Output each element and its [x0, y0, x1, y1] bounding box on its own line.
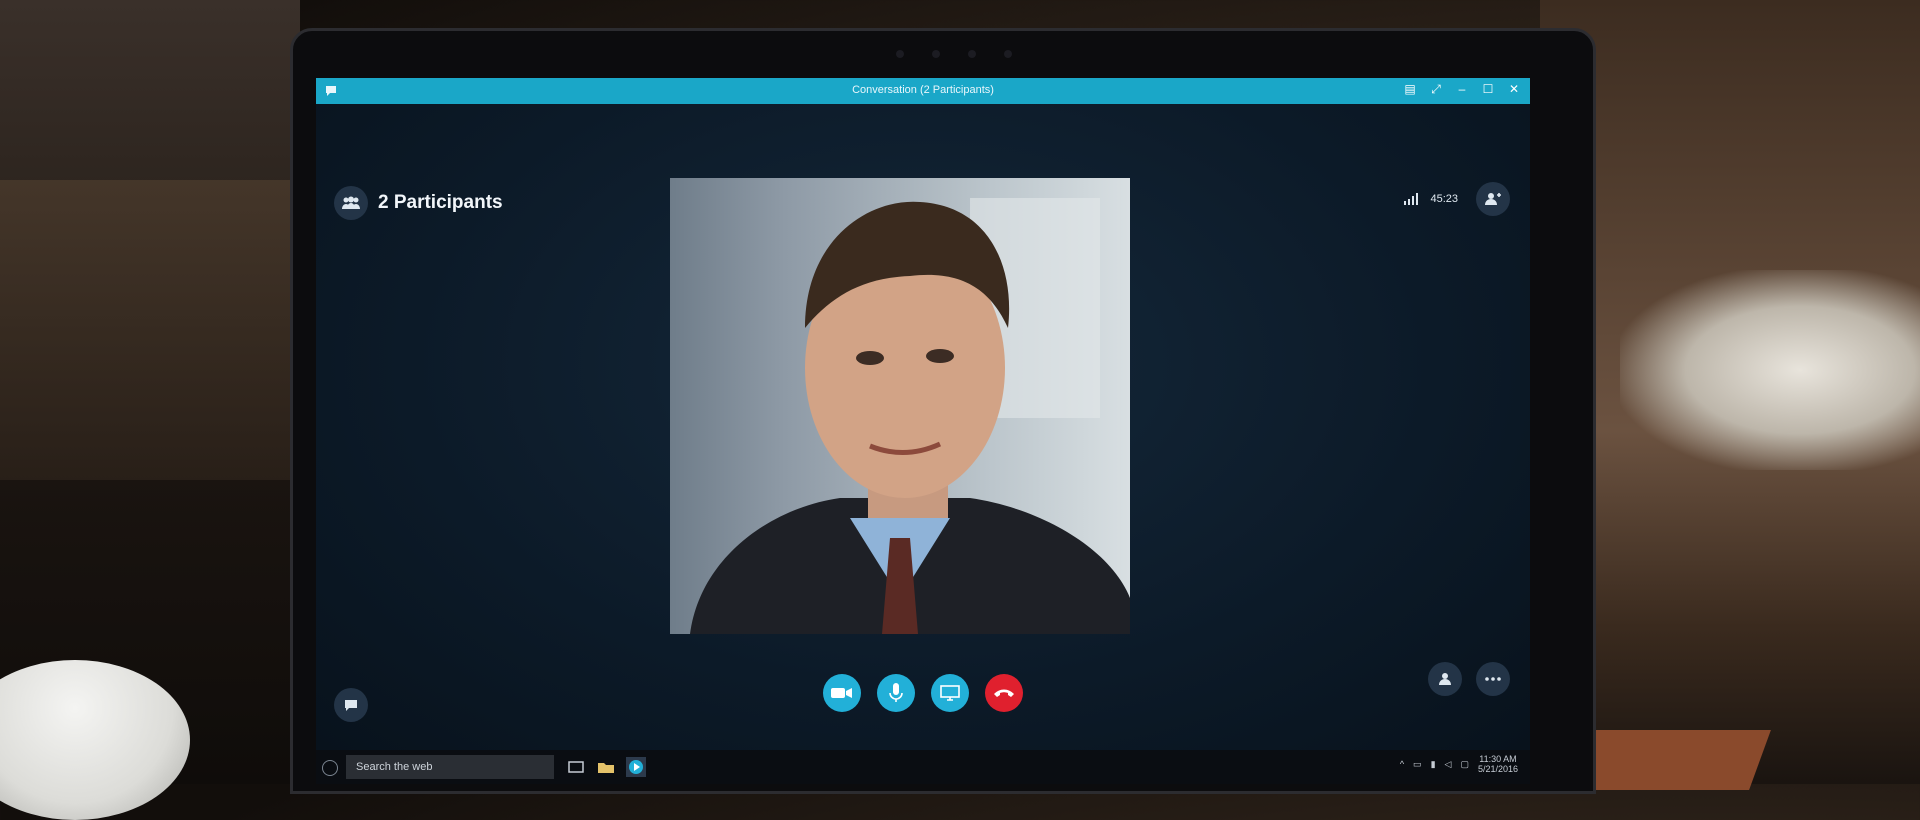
taskbar-search[interactable]: Search the web	[346, 755, 554, 779]
video-toggle-button[interactable]	[823, 674, 861, 712]
end-call-icon	[994, 689, 1014, 697]
volume-icon[interactable]: ◁	[1445, 759, 1452, 770]
microphone-icon	[889, 683, 903, 702]
screen-share-icon	[940, 685, 960, 701]
more-dots-icon	[1485, 677, 1501, 681]
more-options-button[interactable]	[1476, 662, 1510, 696]
video-camera-icon	[831, 688, 852, 698]
share-screen-button[interactable]	[931, 674, 969, 712]
task-view-icon[interactable]	[566, 757, 586, 777]
shelf	[0, 180, 300, 480]
add-participant-icon[interactable]	[1476, 182, 1510, 216]
title-bar: Conversation (2 Participants) ▤ ⤢ – ☐ ✕	[316, 78, 1530, 104]
minimize-icon[interactable]: –	[1454, 82, 1470, 97]
clock-date: 5/21/2016	[1477, 764, 1518, 774]
signal-strength-icon	[1404, 193, 1419, 205]
call-controls	[316, 674, 1530, 712]
notifications-icon[interactable]: ▢	[1460, 759, 1469, 770]
participants-icon[interactable]	[334, 186, 368, 220]
keyboard-icon[interactable]: ▭	[1413, 759, 1422, 770]
start-button[interactable]	[322, 760, 338, 776]
caller-video-frame	[690, 198, 1130, 634]
notebook	[1569, 730, 1771, 790]
chevron-up-icon[interactable]: ^	[1400, 759, 1404, 769]
window-title: Conversation (2 Participants)	[852, 84, 994, 96]
clock-time: 11:30 AM	[1479, 754, 1517, 764]
network-icon[interactable]: ▮	[1431, 759, 1436, 770]
remote-video-feed	[670, 178, 1130, 634]
close-icon[interactable]: ✕	[1506, 82, 1522, 97]
file-explorer-icon[interactable]	[596, 757, 616, 777]
system-tray: ^ ▭ ▮ ◁ ▢ 11:30 AM 5/21/2016	[1400, 754, 1518, 774]
call-status: 45:23	[1404, 182, 1510, 216]
maximize-icon[interactable]: ☐	[1480, 82, 1496, 97]
call-extra-controls	[1428, 662, 1510, 696]
fullscreen-icon[interactable]: ⤢	[1428, 82, 1444, 97]
window-controls: ▤ ⤢ – ☐ ✕	[1402, 82, 1522, 97]
call-contacts-icon	[1439, 673, 1451, 685]
camera-sensor	[968, 50, 976, 58]
laptop-screen: Conversation (2 Participants) ▤ ⤢ – ☐ ✕ …	[316, 78, 1530, 784]
mute-button[interactable]	[877, 674, 915, 712]
compact-view-icon[interactable]: ▤	[1402, 82, 1418, 97]
camera-lens	[932, 50, 940, 58]
end-call-button[interactable]	[985, 674, 1023, 712]
camera-sensor	[1004, 50, 1012, 58]
call-duration: 45:23	[1430, 193, 1458, 205]
messaging-app-icon[interactable]	[626, 757, 646, 777]
dial-pad-button[interactable]	[1428, 662, 1462, 696]
participants-header[interactable]: 2 Participants	[334, 186, 503, 220]
cloth	[1620, 270, 1920, 470]
taskbar: Search the web ^ ▭ ▮ ◁ ▢ 11:30 AM 5/21/2…	[316, 750, 1530, 784]
taskbar-clock[interactable]: 11:30 AM 5/21/2016	[1478, 754, 1518, 774]
participants-label: 2 Participants	[378, 192, 503, 213]
camera-sensor	[896, 50, 904, 58]
